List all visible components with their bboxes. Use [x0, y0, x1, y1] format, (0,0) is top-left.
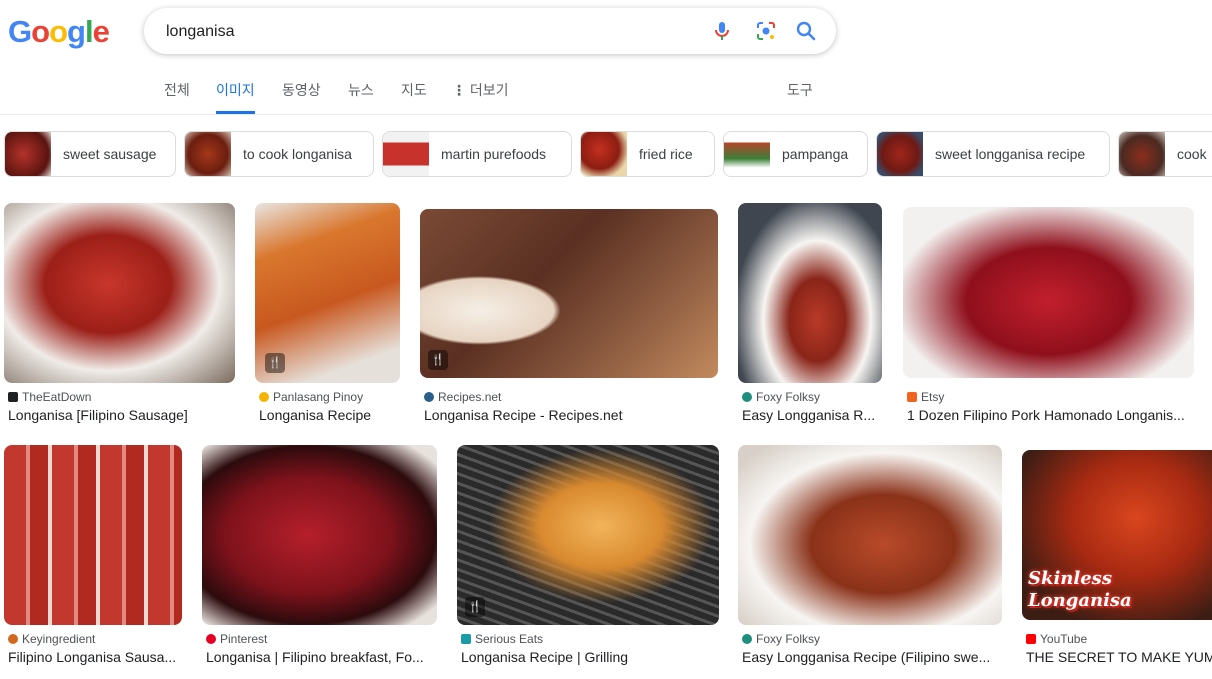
chip-label: fried rice	[639, 146, 693, 162]
result-source: Foxy Folksy	[742, 632, 820, 646]
chip-label: to cook longanisa	[243, 146, 352, 162]
result-source: Pinterest	[206, 632, 267, 646]
logo-letter: e	[92, 14, 110, 49]
chip-thumbnail	[185, 132, 231, 176]
chip-sweet-longganisa-recipe[interactable]: sweet longganisa recipe	[876, 131, 1110, 177]
tools-button[interactable]: 도구	[787, 80, 813, 114]
chip-cook[interactable]: cook	[1118, 131, 1212, 177]
result-title: Longanisa [Filipino Sausage]	[8, 407, 188, 423]
tab-all[interactable]: 전체	[164, 80, 190, 114]
site-favicon	[8, 634, 18, 644]
chip-to-cook-longanisa[interactable]: to cook longanisa	[184, 131, 374, 177]
chip-thumbnail	[877, 132, 923, 176]
tab-images[interactable]: 이미지	[216, 80, 255, 114]
result-thumbnail	[738, 203, 882, 383]
result-source: Keyingredient	[8, 632, 95, 646]
chip-label: pampanga	[782, 146, 849, 162]
result-source: Recipes.net	[424, 390, 501, 404]
result-thumbnail: 🍴	[420, 209, 718, 378]
chip-thumbnail	[1119, 132, 1165, 176]
result-thumbnail	[4, 445, 182, 625]
chip-martin-purefoods[interactable]: martin purefoods	[382, 131, 572, 177]
chip-label: martin purefoods	[441, 146, 547, 162]
chip-thumbnail	[5, 132, 51, 176]
chip-thumbnail	[581, 132, 627, 176]
site-favicon	[907, 392, 917, 402]
lens-icon[interactable]	[754, 19, 778, 43]
site-favicon	[1026, 634, 1036, 644]
thumbnail-overlay-text: Skinless Longanisa	[1028, 568, 1132, 611]
chip-label: cook	[1177, 146, 1207, 162]
result-source: Serious Eats	[461, 632, 543, 646]
site-favicon	[8, 392, 18, 402]
search-box	[144, 8, 836, 54]
site-favicon	[424, 392, 434, 402]
result-thumbnail: Skinless Longanisa	[1022, 450, 1212, 620]
logo-letter: o	[31, 14, 50, 49]
chip-sweet-sausage[interactable]: sweet sausage	[4, 131, 176, 177]
chip-pampanga[interactable]: pampanga	[723, 131, 868, 177]
result-source: TheEatDown	[8, 390, 91, 404]
more-vert-icon: ⋮	[452, 82, 466, 98]
result-title: 1 Dozen Filipino Pork Hamonado Longanis.…	[907, 407, 1185, 423]
site-favicon	[461, 634, 471, 644]
chip-label: sweet sausage	[63, 146, 157, 162]
result-title: Longanisa Recipe - Recipes.net	[424, 407, 623, 423]
site-favicon	[742, 634, 752, 644]
logo-letter: l	[84, 14, 94, 49]
result-thumbnail: 🍴	[255, 203, 400, 383]
google-logo[interactable]: Google	[8, 14, 110, 50]
tabs-divider	[0, 114, 1212, 115]
search-icon[interactable]	[794, 19, 818, 43]
result-title: Longanisa Recipe | Grilling	[461, 649, 629, 665]
chip-fried-rice[interactable]: fried rice	[580, 131, 715, 177]
chip-thumbnail	[383, 132, 429, 176]
result-title: Longanisa | Filipino breakfast, Fo...	[206, 649, 424, 665]
tab-maps[interactable]: 지도	[401, 80, 427, 114]
tab-more-label: 더보기	[469, 82, 509, 98]
mic-icon[interactable]	[710, 19, 734, 43]
logo-letter: g	[67, 14, 86, 49]
result-thumbnail	[903, 207, 1194, 378]
site-favicon	[259, 392, 269, 402]
result-thumbnail: 🍴	[457, 445, 719, 625]
result-title: THE SECRET TO MAKE YUMMY...	[1026, 649, 1212, 665]
result-thumbnail	[738, 445, 1002, 625]
recipe-badge-icon: 🍴	[265, 353, 285, 373]
tab-more[interactable]: ⋮ 더보기	[452, 80, 509, 114]
logo-letter: o	[49, 14, 68, 49]
result-title: Easy Longganisa Recipe (Filipino swe...	[742, 649, 991, 665]
tab-videos[interactable]: 동영상	[282, 80, 321, 114]
result-title: Easy Longganisa R...	[742, 407, 876, 423]
result-title: Longanisa Recipe	[259, 407, 372, 423]
result-source: Foxy Folksy	[742, 390, 820, 404]
search-input[interactable]	[164, 18, 688, 46]
result-thumbnail	[202, 445, 437, 625]
logo-letter: G	[8, 14, 32, 49]
result-source: YouTube	[1026, 632, 1087, 646]
recipe-badge-icon: 🍴	[428, 350, 448, 370]
site-favicon	[206, 634, 216, 644]
result-source: Panlasang Pinoy	[259, 390, 363, 404]
chip-thumbnail	[724, 132, 770, 176]
result-thumbnail	[4, 203, 235, 383]
result-source: Etsy	[907, 390, 944, 404]
result-title: Filipino Longanisa Sausa...	[8, 649, 177, 665]
site-favicon	[742, 392, 752, 402]
recipe-badge-icon: 🍴	[465, 597, 485, 617]
tab-news[interactable]: 뉴스	[348, 80, 374, 114]
chip-label: sweet longganisa recipe	[935, 146, 1086, 162]
